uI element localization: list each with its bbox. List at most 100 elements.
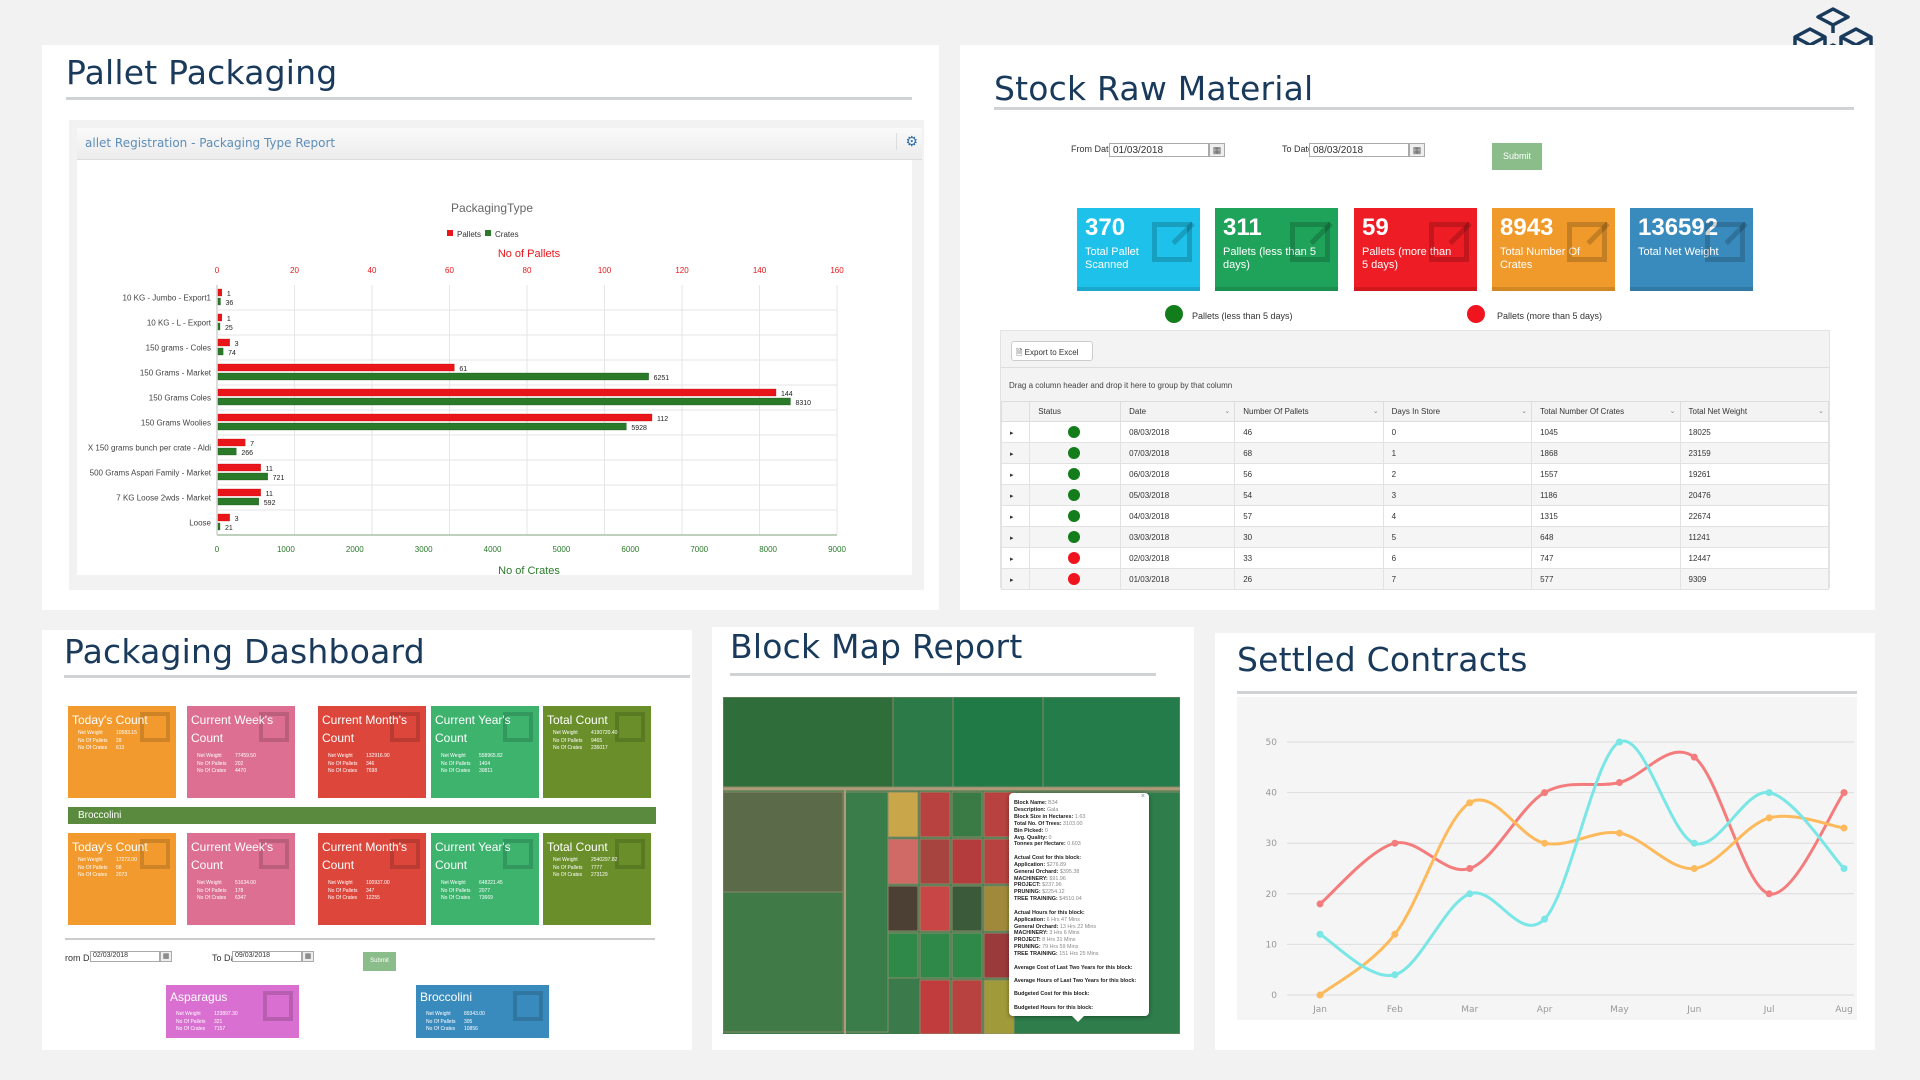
expand-cell[interactable]: ▸ [1000,568,1031,590]
count-tile[interactable]: Current Week's Count Net Weight 51634.00 No… [187,833,295,925]
tile-metrics: Net Weight 132916.90 No Of Pallets 346 No Of… [328,753,390,776]
metric-label: Net Weight [553,857,578,863]
chevron-down-icon[interactable]: ⌄ [1670,407,1676,415]
metric-value: 321 [214,1018,223,1025]
expand-cell[interactable]: ▸ [1000,442,1031,464]
product-tile[interactable]: Broccolini Net Weight 89343.00 No Of Pallet… [416,985,549,1038]
calendar-icon[interactable]: ▦ [1209,143,1225,157]
expand-arrow-icon[interactable]: ▸ [1010,514,1014,521]
export-excel-button[interactable]: 🗎 Export to Excel [1011,341,1093,361]
metric-row: No Of Pallets 347 [328,888,390,896]
table-row[interactable]: ▸ 04/03/2018 57 4 1315 22674 [1000,505,1829,527]
expand-cell[interactable]: ▸ [1000,484,1031,506]
calendar-icon[interactable]: ▦ [160,951,172,962]
count-tile[interactable]: Current Year's Count Net Weight 648221.45 N… [431,833,539,925]
category-label: 150 Grams - Market [140,369,212,378]
chevron-down-icon[interactable]: ⌄ [1521,407,1527,415]
panel-title: Settled Contracts [1237,640,1528,679]
count-tile[interactable]: Current Year's Count Net Weight 558965.82 N… [431,706,539,798]
count-tile[interactable]: Current Month's Count Net Weight 100937.00… [318,833,426,925]
table-row[interactable]: ▸ 08/03/2018 46 0 1045 18025 [1000,421,1829,443]
expand-cell[interactable]: ▸ [1000,526,1031,548]
submit-button[interactable]: Submit [1492,143,1542,170]
expand-cell[interactable]: ▸ [1000,421,1031,443]
pallet-packaging-panel: Pallet Packaging allet Registration - Pa… [42,45,939,610]
x-tick-label: Jan [1312,1005,1327,1015]
legend-pallets-swatch [447,230,453,236]
status-cell [1029,505,1122,527]
column-header-total-number-of-crates[interactable]: Total Number Of Crates ⌄ [1531,401,1681,422]
from-date-input[interactable]: 01/03/2018 [1109,143,1209,157]
popup-value: $91.96 [1049,875,1066,882]
status-cell [1029,463,1122,485]
popup-line: PROJECT: $237.96 [1014,882,1144,889]
expand-arrow-icon[interactable]: ▸ [1010,451,1014,458]
expand-arrow-icon[interactable]: ▸ [1010,577,1014,584]
cell-date: 05/03/2018 [1120,484,1236,506]
table-row[interactable]: ▸ 05/03/2018 54 3 1186 20476 [1000,484,1829,506]
metric-label: No Of Crates [78,745,108,751]
column-header-status[interactable]: Status [1029,401,1122,422]
cell-date: 08/03/2018 [1120,421,1236,443]
chevron-down-icon[interactable]: ⌄ [1818,407,1824,415]
to-date-input[interactable]: 08/03/2018 [1309,143,1409,157]
product-tile[interactable]: Asparagus Net Weight 123897.30 No Of Pallet… [166,985,299,1038]
column-header-date[interactable]: Date ⌄ [1120,401,1236,422]
kpi-card[interactable]: 370 Total Pallet Scanned [1077,208,1200,291]
count-tile[interactable]: Today's Count Net Weight 17272.00 No Of Pal… [68,833,176,925]
pd-submit-button[interactable]: Submit [363,952,396,971]
count-tile[interactable]: Current Month's Count Net Weight 132916.90… [318,706,426,798]
chevron-down-icon[interactable]: ⌄ [1224,407,1230,415]
expand-cell[interactable]: ▸ [1000,505,1031,527]
status-dot [1068,552,1081,564]
table-row[interactable]: ▸ 02/03/2018 33 6 747 12447 [1000,547,1829,569]
bottom-tick-label: 2000 [346,545,364,554]
calendar-icon[interactable]: ▦ [302,951,314,962]
gear-icon[interactable]: ⚙ [896,133,918,150]
expand-cell[interactable]: ▸ [1000,463,1031,485]
expand-cell[interactable]: ▸ [1000,547,1031,569]
kpi-card[interactable]: 8943 Total Number Of Crates [1492,208,1615,291]
bar-pallets [217,513,230,522]
count-tile[interactable]: Total Count Net Weight 2540297.82 No Of Pal… [543,833,651,925]
popup-value: 0 [1044,827,1048,834]
kpi-card[interactable]: 311 Pallets (less than 5 days) [1215,208,1338,291]
column-header-days-in-store[interactable]: Days In Store ⌄ [1382,401,1533,422]
tile-title: Today's Count [72,840,148,854]
count-tile[interactable]: Total Count Net Weight 4190720.40 No Of Pal… [543,706,651,798]
table-row[interactable]: ▸ 03/03/2018 30 5 648 11241 [1000,526,1829,548]
bar-crates [217,422,627,431]
cell-crates: 648 [1531,526,1681,548]
cell-crates: 1868 [1531,442,1681,464]
bar-label-pallets: 11 [266,466,273,473]
calendar-icon[interactable]: ▦ [1409,143,1425,157]
kpi-card[interactable]: 136592 Total Net Weight [1630,208,1753,291]
count-tile[interactable]: Current Week's Count Net Weight 77459.50 No… [187,706,295,798]
close-icon[interactable]: × [1141,793,1145,801]
expand-arrow-icon[interactable]: ▸ [1010,556,1014,563]
table-row[interactable]: ▸ 06/03/2018 56 2 1557 19261 [1000,463,1829,485]
popup-key: PROJECT: [1014,937,1041,944]
metric-row: No Of Crates 7157 [176,1026,238,1034]
expand-arrow-icon[interactable]: ▸ [1010,535,1014,542]
bar-label-crates: 5928 [631,425,647,432]
pd-from-input[interactable]: 02/03/2018 [90,951,160,962]
metric-row: No Of Crates 73669 [441,895,503,903]
expand-arrow-icon[interactable]: ▸ [1010,472,1014,479]
chevron-down-icon[interactable]: ⌄ [1373,407,1379,415]
group-drop-zone[interactable]: Drag a column header and drop it here to… [1001,367,1829,401]
column-header-total-net-weight[interactable]: Total Net Weight ⌄ [1679,401,1829,422]
kpi-card[interactable]: 59 Pallets (more than 5 days) [1354,208,1477,291]
table-row[interactable]: ▸ 07/03/2018 68 1 1868 23159 [1000,442,1829,464]
expand-arrow-icon[interactable]: ▸ [1010,493,1014,500]
expand-arrow-icon[interactable]: ▸ [1010,430,1014,437]
count-tile[interactable]: Today's Count Net Weight 10583.15 No Of Pal… [68,706,176,798]
pd-to-input[interactable]: 09/03/2018 [232,951,302,962]
metric-value: 558965.82 [479,753,503,759]
table-row[interactable]: ▸ 01/03/2018 26 7 577 9309 [1000,568,1829,590]
data-point-cyan [1466,890,1474,898]
cell-days: 7 [1382,568,1533,590]
column-header-number-of-pallets[interactable]: Number Of Pallets ⌄ [1234,401,1384,422]
cell-days: 3 [1382,484,1533,506]
popup-line: Avg. Quality: 0 [1014,835,1144,842]
